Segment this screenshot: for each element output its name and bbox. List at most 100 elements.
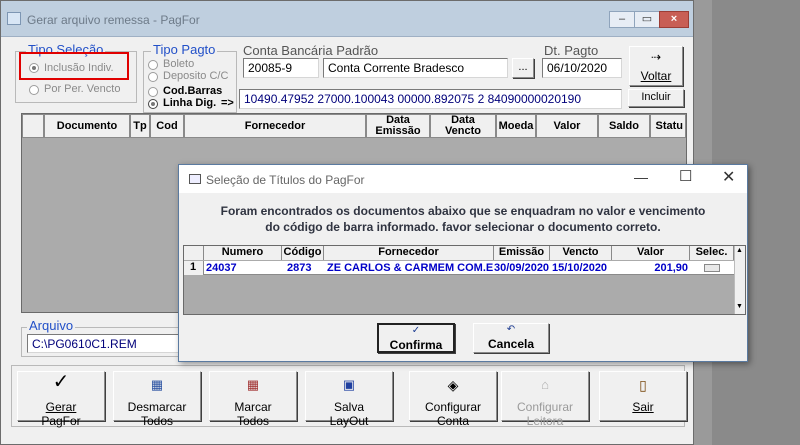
config-leitora-label-1: Configurar xyxy=(516,400,574,414)
salva-label-2: LayOut xyxy=(329,414,369,428)
scroll-up-icon[interactable]: ▲ xyxy=(736,247,743,254)
col-cod[interactable]: Cod xyxy=(150,114,184,138)
dcol-codigo[interactable]: Código xyxy=(282,246,324,260)
salva-layout-button[interactable]: ▣ Salva LayOut xyxy=(305,371,393,428)
main-window-title: Gerar arquivo remessa - PagFor xyxy=(27,13,200,27)
cancela-label: Cancela xyxy=(487,337,535,351)
confirma-label: Confirma xyxy=(389,338,443,352)
main-title-bar: Gerar arquivo remessa - PagFor – ▭ × xyxy=(1,1,693,37)
grid-corner xyxy=(22,114,44,138)
col-moeda[interactable]: Moeda xyxy=(496,114,536,138)
scanner-icon: ⌂ xyxy=(541,377,549,392)
tipo-pagto-title: Tipo Pagto xyxy=(151,42,218,57)
dcol-numero[interactable]: Numero xyxy=(204,246,282,260)
configurar-leitora-button[interactable]: ⌂ Configurar Leitora xyxy=(501,371,589,428)
col-valor[interactable]: Valor xyxy=(536,114,598,138)
col-documento[interactable]: Documento xyxy=(44,114,130,138)
dialog-maximize-icon[interactable]: ☐ xyxy=(679,167,692,185)
grid-icon: ▦ xyxy=(150,377,164,392)
marcar-label-2: Todos xyxy=(236,414,270,428)
gerar-pagfor-button[interactable]: ✓ Gerar PagFor xyxy=(17,371,105,428)
col-tp[interactable]: Tp xyxy=(130,114,150,138)
col-data-vencto[interactable]: Data Vencto xyxy=(430,114,496,138)
conta-name-field[interactable]: Conta Corrente Bradesco xyxy=(323,58,508,78)
desmarcar-label-1: Desmarcar xyxy=(127,400,187,414)
scroll-down-icon[interactable]: ▼ xyxy=(736,303,743,310)
conta-label: Conta Bancária Padrão xyxy=(243,43,379,58)
dialog-grid[interactable]: Numero Código Fornecedor Emissão Vencto … xyxy=(183,245,746,315)
undo-icon: ↶ xyxy=(506,324,516,335)
dialog-title: Seleção de Títulos do PagFor xyxy=(206,173,365,187)
row-select-checkbox[interactable] xyxy=(704,264,720,272)
col-data-emissao[interactable]: Data Emissão xyxy=(366,114,430,138)
conta-number-field[interactable]: 20085-9 xyxy=(243,58,319,78)
dcol-selec[interactable]: Selec. xyxy=(690,246,734,260)
checked-grid-icon: ▦ xyxy=(246,377,260,392)
gerar-label-2: PagFor xyxy=(41,414,81,428)
sair-label-2: Sair xyxy=(632,400,654,414)
selection-dialog: Seleção de Títulos do PagFor — ☐ ✕ Foram… xyxy=(178,164,748,362)
dialog-message-2: do código de barra informado. favor sele… xyxy=(265,220,661,234)
inclusao-indiv-label: Inclusão Indiv. xyxy=(44,62,114,74)
sair-button[interactable]: ▯ Sair xyxy=(599,371,687,421)
checkmark-icon: ✓ xyxy=(52,371,70,393)
row-codigo: 2873 xyxy=(287,262,312,274)
col-fornecedor[interactable]: Fornecedor xyxy=(184,114,366,138)
linha-dig-label: Linha Dig. xyxy=(163,97,217,109)
dialog-close-icon[interactable]: ✕ xyxy=(722,167,735,187)
radio-linha-dig[interactable] xyxy=(148,99,158,112)
grid-header: Documento Tp Cod Fornecedor Data Emissão… xyxy=(22,114,686,138)
row-vencto: 15/10/2020 xyxy=(552,262,608,274)
conta-lookup-button[interactable]: ... xyxy=(512,58,534,78)
configurar-conta-button[interactable]: ◈ Configurar Conta xyxy=(409,371,497,428)
dcol-fornecedor[interactable]: Fornecedor xyxy=(324,246,494,260)
salva-label-1: Salva xyxy=(333,400,365,414)
desmarcar-todos-button[interactable]: ▦ Desmarcar Todos xyxy=(113,371,201,428)
dt-pagto-label: Dt. Pagto xyxy=(544,43,599,58)
confirma-check-icon: ✓ xyxy=(411,325,421,336)
confirma-button[interactable]: ✓ Confirma xyxy=(377,323,455,353)
dialog-minimize-icon[interactable]: — xyxy=(634,169,648,185)
marcar-label-1: Marcar xyxy=(234,400,272,414)
arquivo-field[interactable]: C:\PG0610C1.REM xyxy=(27,334,185,353)
col-status[interactable]: Statu xyxy=(650,114,686,138)
dialog-table-row[interactable]: 1 24037 2873 ZE CARLOS & CARMEM COM.E 30… xyxy=(184,261,734,275)
maximize-icon[interactable]: ▭ xyxy=(634,11,660,28)
voltar-icon: ⇢ xyxy=(650,50,662,64)
col-saldo[interactable]: Saldo xyxy=(598,114,650,138)
row-numero: 24037 xyxy=(206,262,237,274)
row-valor: 201,90 xyxy=(654,262,688,274)
config-leitora-label-2: Leitora xyxy=(526,414,564,428)
barcode-input[interactable]: 10490.47952 27000.100043 00000.892075 2 … xyxy=(239,89,622,109)
gerar-label-1: Gerar xyxy=(45,400,77,414)
voltar-label: Voltar xyxy=(640,69,672,83)
app-icon xyxy=(7,12,21,25)
voltar-button[interactable]: ⇢ Voltar xyxy=(629,46,683,86)
close-icon[interactable]: × xyxy=(659,11,689,28)
radio-inclusao-indiv[interactable] xyxy=(29,63,39,76)
marcar-todos-button[interactable]: ▦ Marcar Todos xyxy=(209,371,297,428)
boleto-label: Boleto xyxy=(163,58,195,70)
row-fornecedor: ZE CARLOS & CARMEM COM.E xyxy=(327,262,493,274)
dcol-vencto[interactable]: Vencto xyxy=(550,246,612,260)
radio-por-per-vencto[interactable] xyxy=(29,85,39,98)
dialog-title-bar: Seleção de Títulos do PagFor — ☐ ✕ xyxy=(179,165,747,193)
por-per-vencto-label: Por Per. Vencto xyxy=(44,83,121,95)
arrow-label: => xyxy=(221,97,234,109)
dialog-app-icon xyxy=(189,174,201,184)
cancela-button[interactable]: ↶ Cancela xyxy=(473,323,549,353)
dcol-valor[interactable]: Valor xyxy=(612,246,690,260)
dcol-emissao[interactable]: Emissão xyxy=(494,246,550,260)
exit-door-icon: ▯ xyxy=(639,377,647,393)
row-index: 1 xyxy=(184,261,204,275)
radio-deposito[interactable] xyxy=(148,72,158,85)
dialog-scrollbar[interactable]: ▲ ▼ xyxy=(734,246,745,314)
dialog-message-1: Foram encontrados os documentos abaixo q… xyxy=(220,204,706,218)
desmarcar-label-2: Todos xyxy=(140,414,174,428)
book-icon: ◈ xyxy=(447,377,459,393)
config-conta-label-2: Conta xyxy=(436,414,470,428)
minimize-icon[interactable]: – xyxy=(609,11,635,28)
dt-pagto-field[interactable]: 06/10/2020 xyxy=(542,58,622,78)
config-conta-label-1: Configurar xyxy=(424,400,482,414)
incluir-button[interactable]: Incluir xyxy=(628,89,684,107)
